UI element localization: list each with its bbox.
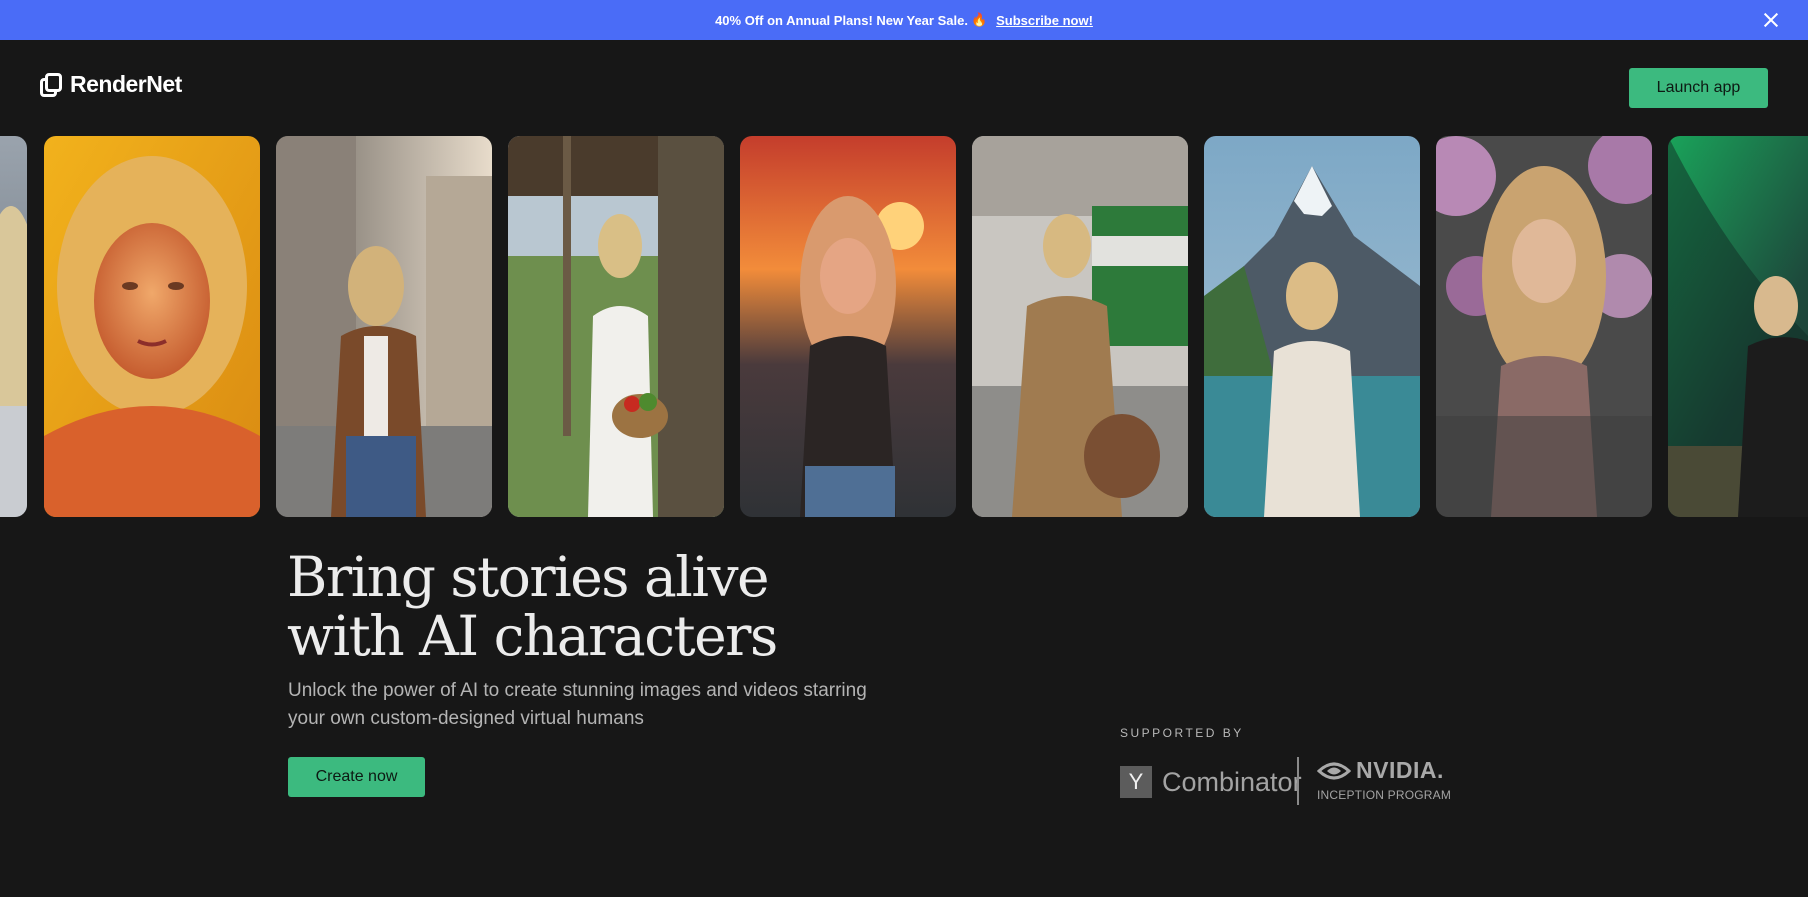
- gallery-image-aurora: [1668, 136, 1808, 517]
- site-header: RenderNet Launch app: [0, 40, 1808, 135]
- gallery-image-farm-porch: [508, 136, 724, 517]
- y-combinator-logo: Y Combinator: [1120, 766, 1302, 798]
- brand-name: RenderNet: [70, 71, 182, 97]
- promo-text: 40% Off on Annual Plans! New Year Sale.: [715, 12, 968, 28]
- hero-subtitle-line-2: your own custom-designed virtual humans: [288, 708, 644, 729]
- hero-title-line-2: with AI characters: [287, 604, 778, 668]
- logo-divider: [1297, 757, 1299, 805]
- gallery-image-city-street: [276, 136, 492, 517]
- gallery-image-golden-portrait: [44, 136, 260, 517]
- brand-logo[interactable]: RenderNet: [40, 71, 182, 98]
- gallery-image-snowy: [0, 136, 27, 517]
- promo-banner: 40% Off on Annual Plans! New Year Sale. …: [0, 0, 1808, 40]
- rendernet-logo-icon: [40, 72, 62, 97]
- gallery-image-tram-station: [972, 136, 1188, 517]
- hero-subtitle: Unlock the power of AI to create stunnin…: [288, 677, 908, 733]
- supported-by-heading: SUPPORTED BY: [1120, 726, 1244, 740]
- fire-emoji: 🔥: [970, 12, 988, 27]
- nvidia-eye-icon: [1317, 762, 1351, 779]
- launch-app-button[interactable]: Launch app: [1629, 68, 1768, 108]
- nvidia-program: INCEPTION PROGRAM: [1317, 788, 1452, 802]
- gallery-image-mountain-lake: [1204, 136, 1420, 517]
- close-icon[interactable]: [1760, 9, 1782, 31]
- yc-mark-icon: Y: [1120, 766, 1152, 798]
- create-now-button[interactable]: Create now: [288, 757, 425, 797]
- nvidia-inception-logo: NVIDIA. INCEPTION PROGRAM: [1317, 757, 1451, 802]
- subscribe-link[interactable]: Subscribe now!: [996, 13, 1093, 28]
- image-gallery: [0, 136, 1808, 517]
- hero-subtitle-line-1: Unlock the power of AI to create stunnin…: [288, 680, 867, 701]
- gallery-image-sunset: [740, 136, 956, 517]
- nvidia-name: NVIDIA.: [1356, 757, 1444, 783]
- gallery-image-purple-flowers: [1436, 136, 1652, 517]
- yc-name: Combinator: [1162, 766, 1302, 797]
- hero-title: Bring stories alive with AI characters: [287, 548, 987, 666]
- hero-title-line-1: Bring stories alive: [287, 545, 770, 609]
